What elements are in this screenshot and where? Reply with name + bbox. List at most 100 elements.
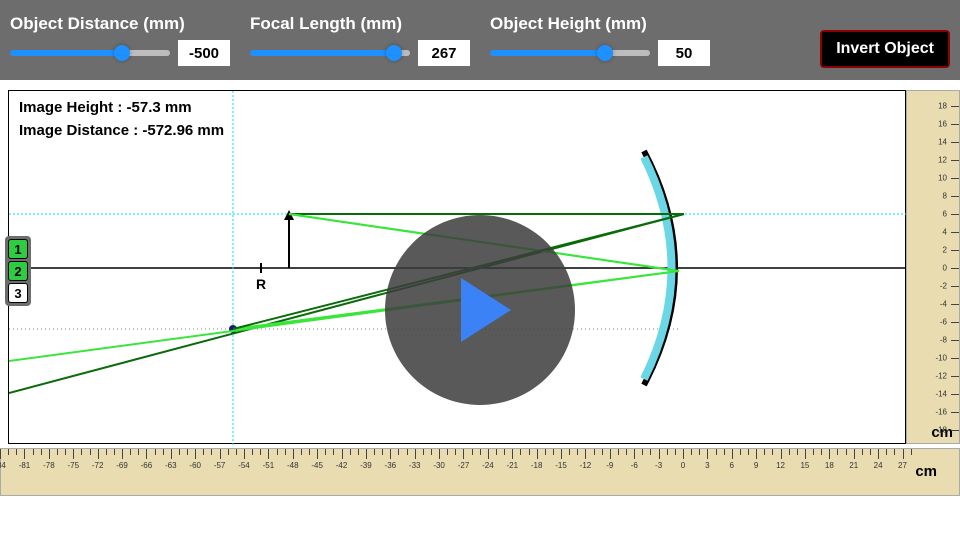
ruler-minor-tick <box>130 449 131 455</box>
ruler-minor-tick <box>903 449 904 455</box>
ruler-minor-tick <box>423 449 424 455</box>
ruler-minor-tick <box>309 449 310 455</box>
ruler-tick <box>951 322 959 323</box>
ruler-minor-tick <box>569 449 570 455</box>
ruler-minor-tick <box>480 449 481 455</box>
ruler-minor-tick <box>407 449 408 455</box>
ruler-minor-tick <box>650 449 651 455</box>
play-button[interactable] <box>385 215 575 405</box>
ruler-minor-tick <box>878 449 879 455</box>
ruler-minor-tick <box>537 449 538 455</box>
ruler-tick-label: 10 <box>938 174 947 183</box>
ruler-minor-tick <box>610 449 611 455</box>
ruler-minor-tick <box>146 449 147 455</box>
ruler-tick <box>951 412 959 413</box>
ruler-tick-label: -30 <box>433 461 445 470</box>
ruler-minor-tick <box>716 449 717 455</box>
ruler-minor-tick <box>122 449 123 455</box>
ruler-minor-tick <box>415 449 416 455</box>
ruler-minor-tick <box>740 449 741 455</box>
ruler-minor-tick <box>98 449 99 455</box>
vertical-ruler: cm 181614121086420-2-4-6-8-10-12-14-16-1… <box>906 90 960 444</box>
ruler-minor-tick <box>447 449 448 455</box>
ruler-minor-tick <box>211 449 212 455</box>
ruler-tick-label: 0 <box>943 264 947 273</box>
slider-thumb-icon[interactable] <box>597 45 613 61</box>
ruler-minor-tick <box>789 449 790 455</box>
ruler-minor-tick <box>463 449 464 455</box>
ruler-minor-tick <box>73 449 74 455</box>
ruler-minor-tick <box>911 449 912 455</box>
ruler-minor-tick <box>342 449 343 455</box>
object-height-control: Object Height (mm) 50 <box>490 14 710 66</box>
ruler-minor-tick <box>195 449 196 455</box>
ruler-tick-label: 3 <box>705 461 709 470</box>
ruler-tick <box>951 142 959 143</box>
ruler-minor-tick <box>805 449 806 455</box>
ruler-tick-label: 9 <box>754 461 758 470</box>
ruler-tick-label: 6 <box>730 461 734 470</box>
ruler-h-unit: cm <box>915 463 937 480</box>
ruler-tick-label: -81 <box>19 461 31 470</box>
ruler-tick <box>951 232 959 233</box>
ruler-tick-label: 2 <box>943 246 947 255</box>
ruler-minor-tick <box>854 449 855 455</box>
ruler-minor-tick <box>138 449 139 455</box>
ruler-minor-tick <box>293 449 294 455</box>
ruler-tick-label: -10 <box>935 354 947 363</box>
object-height-label: Object Height (mm) <box>490 14 710 34</box>
ruler-minor-tick <box>626 449 627 455</box>
ruler-minor-tick <box>488 449 489 455</box>
ray-toggle-3[interactable]: 3 <box>8 283 28 303</box>
ruler-minor-tick <box>618 449 619 455</box>
ruler-minor-tick <box>659 449 660 455</box>
ruler-minor-tick <box>529 449 530 455</box>
ruler-tick-label: -9 <box>606 461 613 470</box>
ruler-tick-label: -27 <box>458 461 470 470</box>
ruler-minor-tick <box>634 449 635 455</box>
ruler-tick-label: -33 <box>409 461 421 470</box>
ruler-minor-tick <box>496 449 497 455</box>
ruler-tick-label: -3 <box>655 461 662 470</box>
ruler-tick <box>951 106 959 107</box>
ruler-minor-tick <box>171 449 172 455</box>
object-height-value[interactable]: 50 <box>658 40 710 66</box>
ruler-minor-tick <box>179 449 180 455</box>
ruler-tick-label: -6 <box>631 461 638 470</box>
slider-thumb-icon[interactable] <box>114 45 130 61</box>
focal-length-label: Focal Length (mm) <box>250 14 470 34</box>
object-distance-value[interactable]: -500 <box>178 40 230 66</box>
object-distance-label: Object Distance (mm) <box>10 14 230 34</box>
ruler-minor-tick <box>350 449 351 455</box>
ruler-minor-tick <box>244 449 245 455</box>
ruler-minor-tick <box>675 449 676 455</box>
ruler-minor-tick <box>553 449 554 455</box>
svg-text:R: R <box>256 276 266 292</box>
ruler-minor-tick <box>602 449 603 455</box>
ruler-minor-tick <box>155 449 156 455</box>
play-icon <box>461 278 511 342</box>
ruler-minor-tick <box>870 449 871 455</box>
object-height-slider[interactable] <box>490 50 650 56</box>
ruler-minor-tick <box>748 449 749 455</box>
ray-toggle-1[interactable]: 1 <box>8 239 28 259</box>
ruler-tick-label: -18 <box>935 426 947 435</box>
ruler-tick <box>951 250 959 251</box>
invert-object-button[interactable]: Invert Object <box>820 30 950 68</box>
ruler-minor-tick <box>756 449 757 455</box>
ruler-minor-tick <box>472 449 473 455</box>
slider-thumb-icon[interactable] <box>386 45 402 61</box>
ray-toggle-2[interactable]: 2 <box>8 261 28 281</box>
ruler-minor-tick <box>65 449 66 455</box>
ruler-tick <box>951 340 959 341</box>
ruler-tick-label: 6 <box>943 210 947 219</box>
ruler-tick-label: -60 <box>189 461 201 470</box>
focal-length-slider[interactable] <box>250 50 410 56</box>
ruler-minor-tick <box>90 449 91 455</box>
ruler-minor-tick <box>24 449 25 455</box>
ruler-tick <box>951 430 959 431</box>
focal-length-value[interactable]: 267 <box>418 40 470 66</box>
ruler-minor-tick <box>358 449 359 455</box>
ruler-tick-label: -24 <box>482 461 494 470</box>
object-distance-slider[interactable] <box>10 50 170 56</box>
